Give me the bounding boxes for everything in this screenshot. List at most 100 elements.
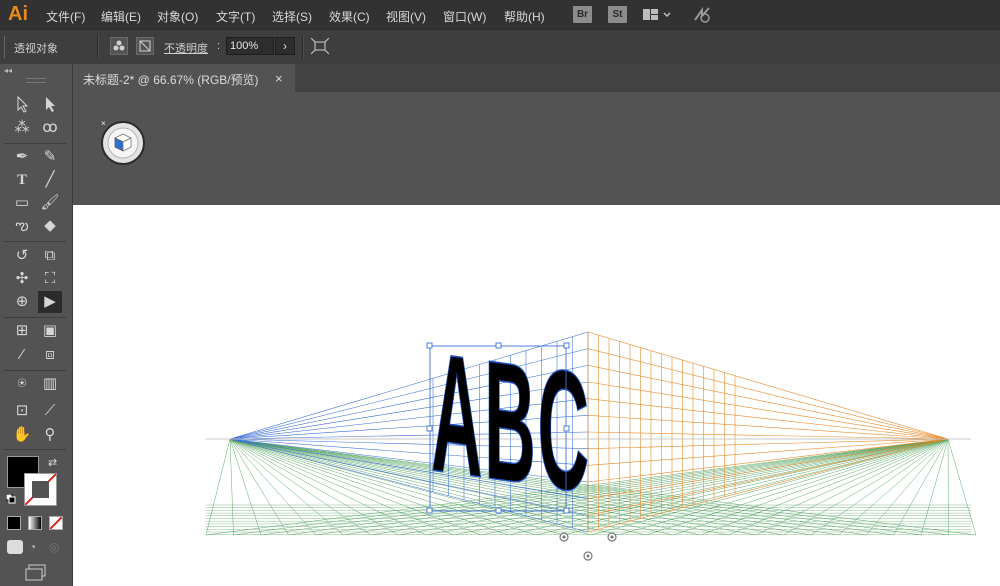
opacity-colon: : (217, 40, 221, 52)
menu-window[interactable]: 窗口(W) (443, 8, 486, 25)
grid-line (229, 438, 234, 536)
pen-icon[interactable]: ✒ (10, 146, 34, 168)
grid-line (893, 438, 949, 536)
menu-view[interactable]: 视图(V) (386, 8, 426, 25)
collapse-panel-icon[interactable]: ◂◂ (4, 66, 12, 75)
grid-line (587, 348, 949, 440)
free-transform-icon[interactable]: ⛶ (38, 268, 62, 290)
curvature-icon[interactable]: ✎ (38, 146, 62, 168)
grid-line (700, 438, 949, 536)
grid-line (920, 438, 949, 536)
grip-icon (3, 36, 7, 61)
grid-line (587, 365, 949, 440)
tools-panel: ◂◂ ⁂ ꝏ ✒ ✎ T ╱ ▭ 🖌 ఌ ◆ ↺ ⧉ ✣ ⛶ ⊕ ▶ ⊞ ▣ ⁄… (0, 64, 73, 586)
eyedropper-icon[interactable]: ⁄ (10, 344, 34, 366)
bridge-button[interactable]: Br (573, 6, 592, 23)
zoom-icon[interactable]: ⚲ (38, 424, 62, 446)
grid-line (535, 438, 949, 536)
type-icon[interactable]: T (10, 169, 34, 191)
isolate-object-button[interactable] (110, 37, 128, 55)
draw-normal-icon[interactable] (7, 540, 23, 554)
document-tab[interactable]: 未标题-2* @ 66.67% (RGB/预览) × (73, 64, 295, 92)
gradient-icon[interactable]: ▣ (38, 320, 62, 342)
lasso-icon[interactable]: ꝏ (38, 117, 62, 139)
grid-line (618, 438, 949, 536)
default-fill-stroke-icon[interactable] (5, 493, 16, 504)
grid-line (587, 438, 949, 466)
magic-wand-icon[interactable]: ⁂ (10, 117, 34, 139)
panel-grip[interactable] (26, 78, 46, 83)
menu-file[interactable]: 文件(F) (46, 8, 85, 25)
grid-line (587, 438, 949, 499)
gpu-performance-icon[interactable] (693, 6, 713, 27)
mesh-icon[interactable]: ⊞ (10, 320, 34, 342)
scale-icon[interactable]: ⧉ (38, 245, 62, 267)
rectangle-icon[interactable]: ▭ (10, 192, 34, 214)
menu-type[interactable]: 文字(T) (216, 8, 255, 25)
eraser-icon[interactable]: ◆ (38, 215, 62, 237)
slice-icon[interactable]: ⟋ (38, 400, 62, 422)
artboard-icon[interactable]: ⊡ (10, 400, 34, 422)
selected-object-label: 透视对象 (14, 43, 58, 55)
gradient-mode-button[interactable] (28, 516, 42, 530)
column-graph-icon[interactable]: ▥ (38, 373, 62, 395)
screen-mode-icon[interactable] (24, 564, 48, 585)
menu-bar: Ai 文件(F) 编辑(E) 对象(O) 文字(T) 选择(S) 效果(C) 视… (0, 0, 1000, 29)
rotate-icon[interactable]: ↺ (10, 245, 34, 267)
line-icon[interactable]: ╱ (38, 169, 62, 191)
opacity-label[interactable]: 不透明度 (164, 40, 208, 56)
widget-close-icon[interactable]: × (101, 119, 106, 128)
app-logo: Ai (8, 3, 28, 25)
draw-inside-icon[interactable]: ◎ (49, 540, 65, 554)
divider (4, 370, 66, 371)
artboard[interactable]: ABC (73, 205, 1000, 586)
blend-icon[interactable]: ⧈ (38, 344, 62, 366)
menu-effect[interactable]: 效果(C) (329, 8, 370, 25)
grid-line (587, 438, 949, 516)
direct-selection-icon[interactable] (38, 93, 62, 115)
grid-line (229, 438, 317, 536)
color-mode-button[interactable] (7, 516, 21, 530)
menu-edit[interactable]: 编辑(E) (101, 8, 141, 25)
none-mode-button[interactable] (49, 516, 63, 530)
divider (4, 449, 66, 450)
perspective-selection-icon[interactable]: ▶ (38, 291, 62, 313)
swap-fill-stroke-icon[interactable]: ⇄ (48, 456, 57, 469)
grid-line (947, 438, 949, 536)
symbol-sprayer-icon[interactable]: ⍟ (10, 373, 34, 395)
menu-object[interactable]: 对象(O) (157, 8, 198, 25)
grid-line (587, 438, 949, 483)
divider (4, 241, 66, 242)
perspective-grid: ABC (205, 316, 977, 561)
document-tab-title: 未标题-2* @ 66.67% (RGB/预览) (83, 73, 259, 87)
divider (4, 317, 66, 318)
recolor-artwork-button[interactable] (136, 37, 154, 55)
grid-line (587, 381, 949, 440)
workspace-layout-icon[interactable] (643, 8, 673, 25)
paintbrush-icon[interactable]: 🖌 (38, 192, 62, 214)
divider (302, 35, 304, 59)
puppet-warp-icon[interactable]: ✣ (10, 268, 34, 290)
divider (97, 35, 99, 59)
stroke-swatch[interactable] (24, 473, 57, 506)
close-tab-button[interactable]: × (275, 71, 283, 86)
menu-select[interactable]: 选择(S) (272, 8, 312, 25)
grid-line (229, 438, 262, 536)
shape-builder-icon[interactable]: ⊕ (10, 291, 34, 313)
grid-line (563, 438, 949, 536)
opacity-dropdown-button[interactable]: › (275, 37, 295, 55)
grid-line (288, 438, 949, 536)
pasteboard[interactable] (73, 92, 1000, 205)
perspective-grid-widget[interactable]: × (101, 119, 145, 165)
transform-icon[interactable] (310, 37, 330, 57)
shaper-icon[interactable]: ఌ (10, 215, 34, 237)
divider (4, 143, 66, 144)
grid-line (645, 438, 949, 536)
selection-icon[interactable] (10, 93, 34, 115)
grid-line (587, 331, 949, 440)
stock-button[interactable]: St (608, 6, 627, 23)
opacity-input[interactable]: 100% (226, 37, 274, 55)
hand-icon[interactable]: ✋ (10, 424, 34, 446)
menu-help[interactable]: 帮助(H) (504, 8, 545, 25)
draw-behind-icon[interactable]: ◔ (29, 540, 45, 554)
